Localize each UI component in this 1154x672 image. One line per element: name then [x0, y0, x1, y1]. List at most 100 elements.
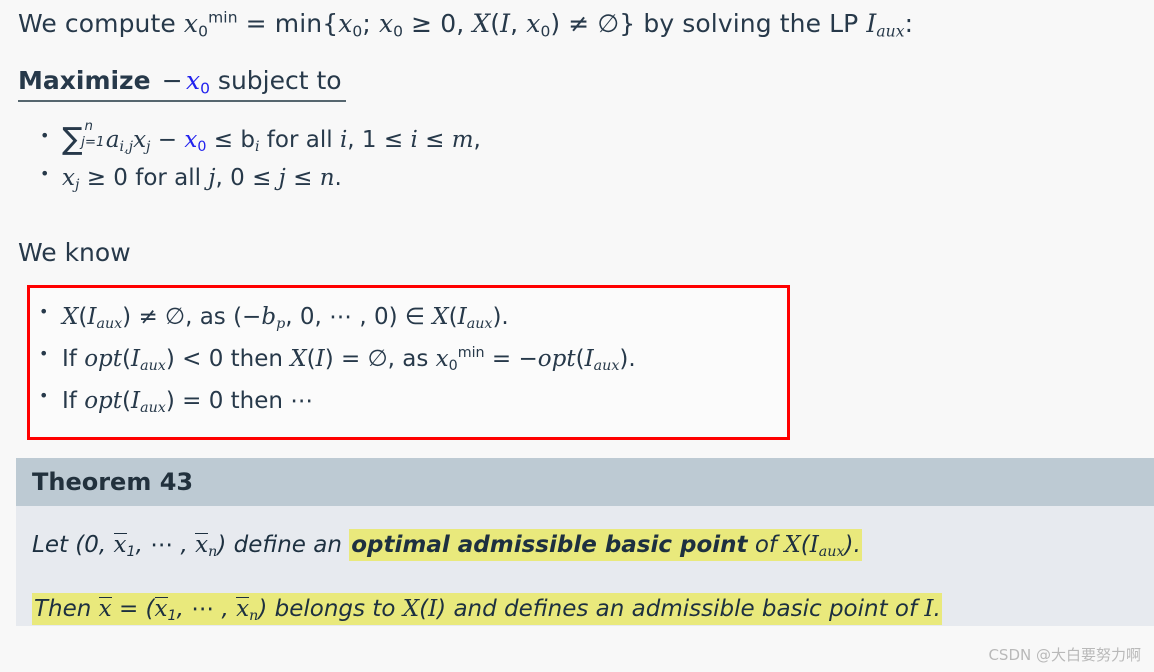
fact2-I3-sub: aux [593, 357, 620, 374]
maximize-objective-var: x [185, 66, 201, 95]
fact2-empty: ) = ∅, as [324, 346, 436, 372]
constraint-index-i2: i [410, 127, 418, 153]
intro-I: I [500, 9, 511, 38]
fact1-I1-sub: aux [96, 315, 123, 332]
thm1-X: X [784, 532, 801, 558]
intro-line: We compute x0min = min{x0; x0 ≥ 0, X(I, … [18, 8, 913, 41]
thm1-lead: Let [32, 532, 76, 558]
thm1-highlight-bold: optimal admissible basic point [351, 532, 748, 558]
thm2-dots: , ⋯ , [176, 596, 237, 622]
thm2-end: . [933, 596, 941, 622]
maximize-subject-to: subject to [209, 66, 342, 95]
intro-prefix: We compute [18, 9, 184, 38]
fact2-eq-minus: = − [484, 346, 538, 372]
summation-symbol: ∑ [62, 121, 83, 157]
fact2-if: If [62, 346, 85, 372]
fact-zero-opt: If opt(Iaux) = 0 then ⋯ [30, 386, 787, 416]
fact3-opt: opt [84, 388, 123, 414]
intro-x0min-var: x [183, 9, 199, 38]
thm2-xbar1-sub: 1 [167, 607, 177, 624]
constraint-range-a: , 1 ≤ [347, 127, 411, 153]
variable-xj: x [133, 127, 147, 153]
intro-x0min-sup: min [208, 8, 238, 27]
fact2-x-sup: min [457, 345, 485, 362]
theorem-statement-line2: Then x = (x1, ⋯ , xn) belongs to X(I) an… [32, 593, 1154, 625]
intro-x0-b-sub: 0 [393, 22, 404, 41]
fact2-lt: ) < 0 then [165, 346, 291, 372]
fact2-I1-sub: aux [140, 357, 166, 374]
nonneg-ge-zero: ≥ 0 for all [79, 164, 209, 191]
fact1-X2: X [432, 304, 449, 330]
fact1-mid: ) ≠ ∅, as (− [122, 304, 262, 330]
coefficient-a: a [105, 127, 120, 153]
thm2-I: I [428, 596, 438, 622]
thm1-after: ) define an [217, 532, 350, 558]
theorem-body: Let (0, x1, ⋯ , xn) define an optimal ad… [16, 506, 1154, 626]
summation-upper: n [84, 118, 93, 134]
constraint-x0: x [184, 127, 198, 153]
fact-negative-opt: If opt(Iaux) < 0 then X(I) = ∅, as x0min… [30, 344, 787, 374]
intro-comma: , [510, 9, 527, 38]
fact2-opt: opt [84, 346, 123, 372]
maximize-minus: − [161, 66, 183, 95]
intro-x0-a-sub: 0 [352, 22, 363, 41]
fact3-I1-sub: aux [140, 399, 166, 416]
theorem-block: Theorem 43 Let (0, x1, ⋯ , xn) define an… [16, 458, 1154, 626]
intro-neq-empty: ≠ ∅} [560, 9, 636, 38]
theorem-title: Theorem 43 [16, 458, 1154, 506]
intro-x0-c-sub: 0 [540, 22, 551, 41]
red-highlight-box: X(Iaux) ≠ ∅, as (−bp, 0, ⋯ , 0) ∈ X(Iaux… [27, 285, 790, 440]
intro-suffix: by solving the LP [635, 9, 867, 38]
thm1-I: I [809, 532, 819, 558]
intro-eq-min: = min{ [237, 9, 339, 38]
intro-x0-c: x [526, 9, 541, 38]
csdn-watermark: CSDN @大白要努力啊 [988, 646, 1141, 664]
constraint-bound-m: m [451, 127, 474, 153]
nonneg-end-period: . [334, 164, 342, 191]
thm1-highlight-of: of [747, 532, 785, 558]
intro-x0-b: x [378, 9, 394, 38]
fact2-I1: I [131, 346, 141, 372]
fact1-I2-sub: aux [466, 315, 493, 332]
fact1-b: b [261, 304, 277, 330]
fact1-X: X [62, 304, 79, 330]
nonneg-range-b: ≤ [285, 164, 320, 191]
constraint-list: ∑nj=1ai,jxj − x0 ≤ bi for all i, 1 ≤ i ≤… [34, 119, 481, 202]
maximize-underlined: Maximize − x0 subject to [18, 66, 346, 102]
fact1-b-sub: p [276, 315, 286, 332]
intro-paren-open: ( [490, 9, 501, 38]
fact2-I3: I [584, 346, 594, 372]
nonneg-index-j1: j [208, 164, 216, 191]
thm2-tail: ) belongs to [258, 596, 403, 622]
constraint-range-b: ≤ [417, 127, 452, 153]
intro-semicolon: ; [362, 9, 379, 38]
fact1-I2: I [457, 304, 467, 330]
intro-lp-name: I [866, 9, 877, 38]
maximize-heading: Maximize − x0 subject to [18, 66, 346, 102]
constraint-end-comma: , [473, 127, 481, 153]
thm1-highlight-end: ). [844, 532, 861, 558]
thm2-xbar1: x [154, 596, 168, 622]
thm1-xbarn: x [195, 532, 209, 558]
summation-lower: j=1 [81, 134, 105, 150]
thm2-eq: = ( [111, 596, 155, 622]
fact2-x: x [435, 346, 449, 372]
intro-x0min-sub: 0 [198, 22, 209, 41]
fact1-end: ). [492, 304, 509, 330]
thm1-dots: , ⋯ , [135, 532, 196, 558]
nonneg-xj: x [62, 164, 75, 191]
thm2-highlight: Then x = (x1, ⋯ , xn) belongs to X(I) an… [32, 593, 942, 625]
slide-canvas: We compute x0min = min{x0; x0 ≥ 0, X(I, … [0, 0, 1154, 672]
thm1-xbarn-sub: n [208, 543, 218, 560]
fact2-opt2: opt [537, 346, 576, 372]
fact2-X: X [290, 346, 307, 372]
thm1-paren: (0, [75, 532, 114, 558]
intro-ge-zero: ≥ 0, [403, 9, 473, 38]
thm2-I2: I [924, 596, 934, 622]
thm2-xbar: x [98, 596, 112, 622]
constraint-minus: − [150, 127, 185, 153]
nonneg-index-j2: j [278, 164, 286, 191]
intro-paren-close: ) [550, 9, 561, 38]
thm2-lead: Then [34, 596, 99, 622]
intro-X-set: X [472, 9, 491, 38]
